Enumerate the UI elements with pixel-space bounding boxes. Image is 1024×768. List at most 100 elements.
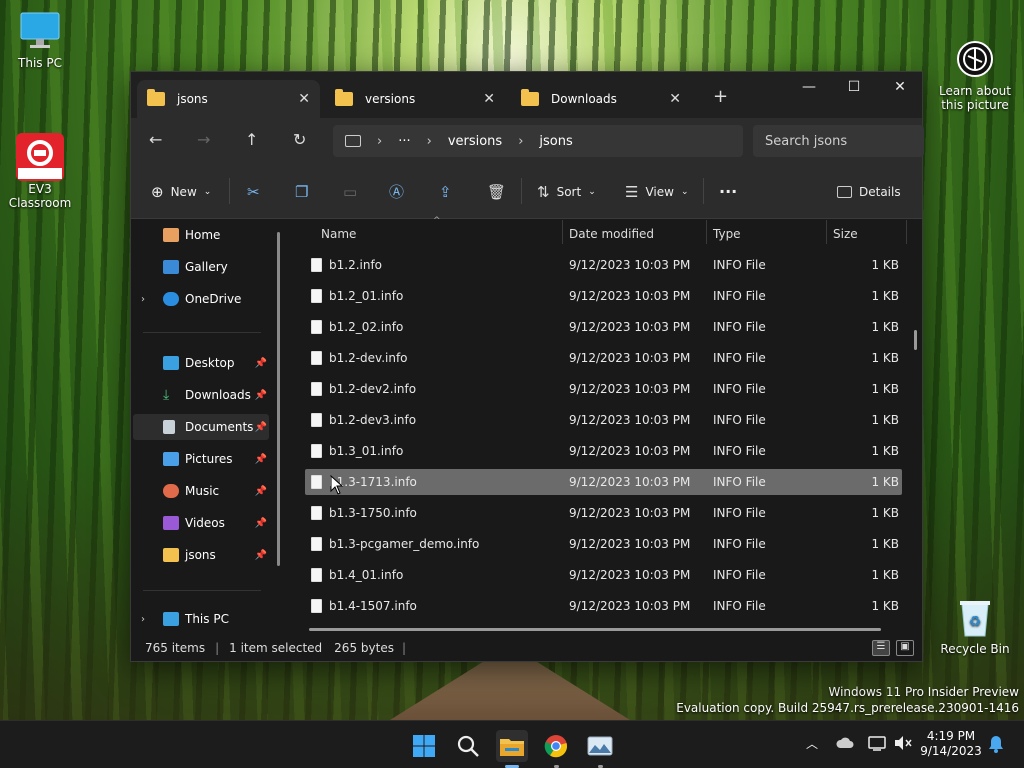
desktop-icon-recycle-bin[interactable]: ♻ Recycle Bin bbox=[935, 596, 1015, 656]
desktop-icon-this-pc[interactable]: This PC bbox=[0, 10, 80, 70]
sidebar-item-pictures[interactable]: Pictures 📌 bbox=[133, 446, 269, 472]
file-row[interactable]: b1.2.info 9/12/2023 10:03 PM INFO File 1 KB bbox=[305, 252, 902, 278]
file-size: 1 KB bbox=[871, 444, 899, 458]
sidebar-item-jsons[interactable]: jsons 📌 bbox=[133, 542, 269, 568]
sidebar-item-onedrive[interactable]: › OneDrive bbox=[133, 286, 269, 312]
tab-downloads[interactable]: Downloads ✕ bbox=[511, 80, 691, 118]
back-button[interactable]: ← bbox=[149, 130, 162, 149]
minimize-button[interactable]: — bbox=[786, 72, 832, 102]
up-button[interactable]: ↑ bbox=[245, 130, 258, 149]
view-button[interactable]: ☰ View ⌄ bbox=[625, 164, 688, 219]
sidebar-item-home[interactable]: Home bbox=[133, 222, 269, 248]
tab-close-icon[interactable]: ✕ bbox=[669, 91, 681, 107]
file-row[interactable]: b1.2-dev3.info 9/12/2023 10:03 PM INFO Fil… bbox=[305, 407, 902, 433]
windows-logo-icon bbox=[413, 735, 435, 757]
address-bar[interactable]: › ··· › versions › jsons bbox=[333, 125, 743, 157]
column-divider[interactable] bbox=[826, 220, 827, 244]
tab-label: versions bbox=[365, 92, 416, 106]
horizontal-scrollbar[interactable] bbox=[309, 628, 881, 631]
refresh-button[interactable]: ↻ bbox=[293, 130, 306, 149]
file-row[interactable]: b1.2-dev.info 9/12/2023 10:03 PM INFO File… bbox=[305, 345, 902, 371]
sidebar-item-label: Downloads bbox=[185, 388, 251, 402]
desktop-icon-label: Learn about this picture bbox=[939, 84, 1011, 112]
breadcrumb-versions[interactable]: versions bbox=[448, 134, 502, 149]
search-button[interactable] bbox=[452, 730, 484, 762]
sidebar-item-music[interactable]: Music 📌 bbox=[133, 478, 269, 504]
file-row[interactable]: b1.2_02.info 9/12/2023 10:03 PM INFO File 1… bbox=[305, 314, 902, 340]
sidebar-item-desktop[interactable]: Desktop 📌 bbox=[133, 350, 269, 376]
file-row[interactable]: b1.4-1507.info 9/12/2023 10:03 PM INFO Fil… bbox=[305, 593, 902, 619]
tiles-view-toggle-icon[interactable]: ▣ bbox=[896, 640, 914, 656]
network-icon[interactable] bbox=[868, 735, 888, 751]
paste-button[interactable]: ▭ bbox=[343, 164, 357, 219]
taskbar-app-image[interactable] bbox=[584, 730, 616, 768]
file-size: 1 KB bbox=[871, 475, 899, 489]
notification-bell-icon[interactable] bbox=[988, 735, 1004, 753]
tab-close-icon[interactable]: ✕ bbox=[298, 91, 310, 107]
sidebar-item-documents[interactable]: Documents 📌 bbox=[133, 414, 269, 440]
chevron-down-icon: ⌄ bbox=[680, 186, 689, 197]
close-button[interactable]: ✕ bbox=[877, 72, 923, 102]
clock[interactable]: 4:19 PM 9/14/2023 bbox=[920, 729, 982, 759]
sidebar-item-downloads[interactable]: ⤓ Downloads 📌 bbox=[133, 382, 269, 408]
column-divider[interactable] bbox=[706, 220, 707, 244]
sidebar-item-videos[interactable]: Videos 📌 bbox=[133, 510, 269, 536]
sidebar-item-this-pc[interactable]: › This PC bbox=[133, 606, 269, 632]
chevron-right-icon[interactable]: › bbox=[141, 294, 145, 305]
forward-button[interactable]: → bbox=[197, 130, 210, 149]
rename-button[interactable]: Ⓐ bbox=[389, 164, 404, 219]
file-icon bbox=[311, 258, 322, 272]
taskbar-file-explorer[interactable] bbox=[496, 730, 528, 768]
volume-muted-icon[interactable] bbox=[894, 735, 912, 751]
show-hidden-icons-chevron-icon[interactable]: ︿ bbox=[806, 735, 818, 752]
plus-circle-icon: ⊕ bbox=[151, 182, 164, 201]
column-header-name[interactable]: Name bbox=[321, 220, 561, 248]
desktop-icon-learn-about-picture[interactable]: Learn about this picture bbox=[935, 10, 1015, 126]
file-row[interactable]: b1.3-1713.info 9/12/2023 10:03 PM INFO Fil… bbox=[305, 469, 902, 495]
sidebar-item-gallery[interactable]: Gallery bbox=[133, 254, 269, 280]
rename-icon: Ⓐ bbox=[389, 183, 405, 201]
start-button[interactable] bbox=[408, 730, 440, 762]
chevron-right-icon[interactable]: › bbox=[141, 614, 145, 625]
see-more-button[interactable]: ··· bbox=[719, 164, 737, 219]
file-row[interactable]: b1.3-1750.info 9/12/2023 10:03 PM INFO Fil… bbox=[305, 500, 902, 526]
file-row[interactable]: b1.3_01.info 9/12/2023 10:03 PM INFO File 1… bbox=[305, 438, 902, 464]
maximize-button[interactable]: ☐ bbox=[831, 72, 877, 102]
cut-button[interactable]: ✂ bbox=[247, 164, 260, 219]
file-icon bbox=[311, 537, 322, 551]
sort-button[interactable]: ⇅ Sort ⌄ bbox=[537, 164, 596, 219]
search-icon bbox=[457, 735, 479, 757]
delete-button[interactable]: 🗑 bbox=[487, 164, 506, 219]
details-view-toggle-icon[interactable]: ☰ bbox=[872, 640, 890, 656]
share-button[interactable]: ⇪ bbox=[439, 164, 452, 219]
new-button[interactable]: ⊕ New ⌄ bbox=[151, 164, 211, 219]
onedrive-status-icon[interactable] bbox=[836, 736, 854, 750]
copy-button[interactable]: ❐ bbox=[295, 164, 308, 219]
new-tab-button[interactable]: + bbox=[713, 86, 728, 107]
music-icon bbox=[163, 484, 179, 498]
file-row[interactable]: b1.2_01.info 9/12/2023 10:03 PM INFO File 1… bbox=[305, 283, 902, 309]
breadcrumb-more[interactable]: ··· bbox=[398, 134, 410, 149]
clipboard-icon: ▭ bbox=[343, 182, 358, 201]
file-icon bbox=[311, 599, 322, 613]
tab-versions[interactable]: versions ✕ bbox=[325, 80, 505, 118]
pictures-icon bbox=[163, 452, 179, 466]
file-icon bbox=[311, 382, 322, 396]
details-button[interactable]: Details bbox=[837, 164, 901, 219]
vertical-scrollbar[interactable] bbox=[914, 330, 917, 350]
breadcrumb-jsons[interactable]: jsons bbox=[539, 134, 572, 149]
file-row[interactable]: b1.4_01.info 9/12/2023 10:03 PM INFO File 1… bbox=[305, 562, 902, 588]
navigation-pane-scrollbar[interactable] bbox=[277, 232, 280, 566]
column-divider[interactable] bbox=[562, 220, 563, 244]
desktop-icon-ev3-classroom[interactable]: EV3 Classroom bbox=[0, 104, 80, 224]
column-divider[interactable] bbox=[906, 220, 907, 244]
column-header-type[interactable]: Type bbox=[713, 220, 741, 248]
tab-jsons[interactable]: jsons ✕ bbox=[137, 80, 320, 118]
file-row[interactable]: b1.3-pcgamer_demo.info 9/12/2023 10:03 PM… bbox=[305, 531, 902, 557]
search-input[interactable]: Search jsons bbox=[753, 125, 924, 157]
column-header-size[interactable]: Size bbox=[833, 220, 858, 248]
file-row[interactable]: b1.2-dev2.info 9/12/2023 10:03 PM INFO Fil… bbox=[305, 376, 902, 402]
taskbar-chrome[interactable] bbox=[540, 730, 572, 768]
tab-close-icon[interactable]: ✕ bbox=[483, 91, 495, 107]
column-header-date[interactable]: Date modified bbox=[569, 220, 654, 248]
